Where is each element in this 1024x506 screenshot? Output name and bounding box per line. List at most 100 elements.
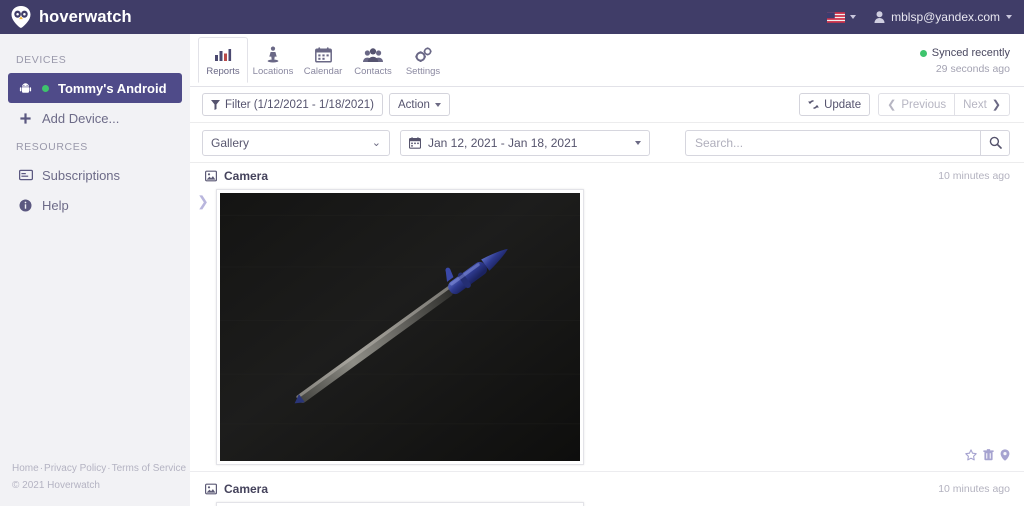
camera-photo xyxy=(220,193,580,461)
language-selector[interactable] xyxy=(827,11,857,23)
calendar-icon xyxy=(409,136,421,149)
sync-status: Synced recently 29 seconds ago xyxy=(919,34,1024,77)
date-range-caret-icon xyxy=(635,140,641,145)
tab-bar: Reports Locations Calendar Contacts Sett… xyxy=(190,34,1024,87)
sync-status-dot xyxy=(919,49,927,57)
entry-expand-toggle[interactable]: ❯ xyxy=(190,502,216,506)
action-button-label: Action xyxy=(397,98,430,111)
entry-title: Camera xyxy=(224,482,269,496)
tab-reports[interactable]: Reports xyxy=(198,37,248,83)
report-type-select[interactable]: Gallery ⌄ xyxy=(202,129,390,156)
star-icon[interactable] xyxy=(965,449,977,461)
device-online-dot xyxy=(42,84,49,92)
tab-locations[interactable]: Locations xyxy=(248,37,298,83)
location-person-icon xyxy=(265,44,281,63)
sidebar-item-label: Help xyxy=(42,197,69,213)
sidebar-item-add-device[interactable]: Add Device... xyxy=(8,103,182,133)
android-icon xyxy=(18,82,33,95)
tab-label: Locations xyxy=(252,66,294,77)
bar-chart-icon xyxy=(214,44,232,63)
entry-action-icons xyxy=(965,449,1024,465)
trash-icon[interactable] xyxy=(983,449,994,461)
tab-label: Calendar xyxy=(303,66,343,77)
sync-status-line: Synced recently xyxy=(919,45,1010,62)
sidebar-item-label: Add Device... xyxy=(42,110,120,126)
footer-link-row: Home·Privacy Policy·Terms of Service xyxy=(12,461,186,478)
sidebar-item-label: Subscriptions xyxy=(42,167,121,183)
filter-button[interactable]: Filter (1/12/2021 - 1/18/2021) xyxy=(202,93,383,116)
next-button-label: Next xyxy=(963,98,987,111)
action-toolbar: Filter (1/12/2021 - 1/18/2021) Action Up… xyxy=(190,87,1024,123)
date-range-picker[interactable]: Jan 12, 2021 - Jan 18, 2021 xyxy=(400,129,650,156)
action-dropdown-button[interactable]: Action xyxy=(388,93,450,116)
us-flag-icon xyxy=(827,11,846,23)
info-icon xyxy=(18,199,33,212)
map-pin-icon[interactable] xyxy=(1000,449,1010,461)
next-button[interactable]: Next ❯ xyxy=(954,93,1010,116)
update-button[interactable]: Update xyxy=(799,93,871,116)
sidebar-footer: Home·Privacy Policy·Terms of Service © 2… xyxy=(12,461,186,494)
filter-button-label: Filter (1/12/2021 - 1/18/2021) xyxy=(225,98,374,111)
pagination-group: ❮ Previous Next ❯ xyxy=(878,93,1010,116)
card-icon xyxy=(18,169,33,181)
entry-header: Camera 10 minutes ago xyxy=(198,163,1024,189)
footer-link-home[interactable]: Home xyxy=(12,463,39,474)
brand-name: hoverwatch xyxy=(39,7,132,26)
sidebar-item-tommys-android[interactable]: Tommy's Android xyxy=(8,73,182,103)
update-button-label: Update xyxy=(824,98,862,111)
entry-timestamp: 10 minutes ago xyxy=(938,483,1010,495)
hoverwatch-dashboard: hoverwatch mblsp@yandex.com DEVICES Tomm… xyxy=(0,0,1024,506)
chevron-right-icon: ❯ xyxy=(991,99,1001,111)
sidebar-item-label: Tommy's Android xyxy=(58,80,167,96)
refresh-icon xyxy=(808,100,819,109)
tab-contacts[interactable]: Contacts xyxy=(348,37,398,83)
chevron-left-icon: ❮ xyxy=(887,99,897,111)
photo-frame[interactable] xyxy=(216,189,584,465)
sidebar-item-help[interactable]: Help xyxy=(8,190,182,220)
plus-icon xyxy=(18,112,33,125)
entry-body: ❯ xyxy=(190,189,1024,465)
entry-media-column xyxy=(216,502,1024,506)
brand-logo[interactable]: hoverwatch xyxy=(10,5,132,29)
entry-header: Camera 10 minutes ago xyxy=(198,476,1024,502)
entry-media-column xyxy=(216,189,965,465)
owl-heart-logo-icon xyxy=(11,6,31,28)
contacts-icon xyxy=(363,44,383,63)
tab-settings[interactable]: Settings xyxy=(398,37,448,83)
calendar-icon xyxy=(314,44,332,63)
footer-link-terms-of-service[interactable]: Terms of Service xyxy=(112,463,186,474)
action-caret-icon xyxy=(434,102,441,107)
entry-expand-toggle[interactable]: ❯ xyxy=(190,189,216,465)
sidebar-section-devices-label: DEVICES xyxy=(16,54,67,66)
photo-frame[interactable] xyxy=(216,502,584,506)
entry-body: ❯ xyxy=(190,502,1024,506)
chevron-right-icon: ❯ xyxy=(197,193,209,209)
sidebar-item-subscriptions[interactable]: Subscriptions xyxy=(8,160,182,190)
filter-bar: Gallery ⌄ Jan 12, 2021 - Jan 18, 2021 Se… xyxy=(190,123,1024,163)
search-button[interactable] xyxy=(980,129,1010,156)
tab-calendar[interactable]: Calendar xyxy=(298,37,348,83)
image-icon xyxy=(198,170,224,182)
account-caret-icon xyxy=(1006,15,1012,19)
tab-label: Settings xyxy=(405,66,441,77)
image-icon xyxy=(198,483,224,495)
language-caret-icon xyxy=(850,15,857,19)
sidebar: DEVICES Tommy's Android Add Device... RE… xyxy=(0,34,190,506)
sidebar-section-resources-label: RESOURCES xyxy=(16,141,88,153)
account-email: mblsp@yandex.com xyxy=(891,10,1000,24)
funnel-icon xyxy=(211,99,220,110)
report-list: Camera 10 minutes ago ❯ Camera 10 minute… xyxy=(190,163,1024,506)
tab-label: Reports xyxy=(206,66,240,77)
footer-link-privacy-policy[interactable]: Privacy Policy xyxy=(44,463,106,474)
search-input[interactable] xyxy=(685,129,980,156)
header-right-group: mblsp@yandex.com xyxy=(827,10,1012,24)
previous-button-label: Previous xyxy=(901,98,947,111)
app-body: DEVICES Tommy's Android Add Device... RE… xyxy=(0,34,1024,506)
tab-label: Contacts xyxy=(354,66,392,77)
list-item: Camera 10 minutes ago ❯ xyxy=(190,163,1024,472)
sync-status-text: Synced recently xyxy=(931,47,1010,59)
previous-button[interactable]: ❮ Previous xyxy=(878,93,956,116)
account-menu[interactable]: mblsp@yandex.com xyxy=(874,10,1012,24)
gears-icon xyxy=(414,44,433,63)
entry-title: Camera xyxy=(224,169,269,183)
